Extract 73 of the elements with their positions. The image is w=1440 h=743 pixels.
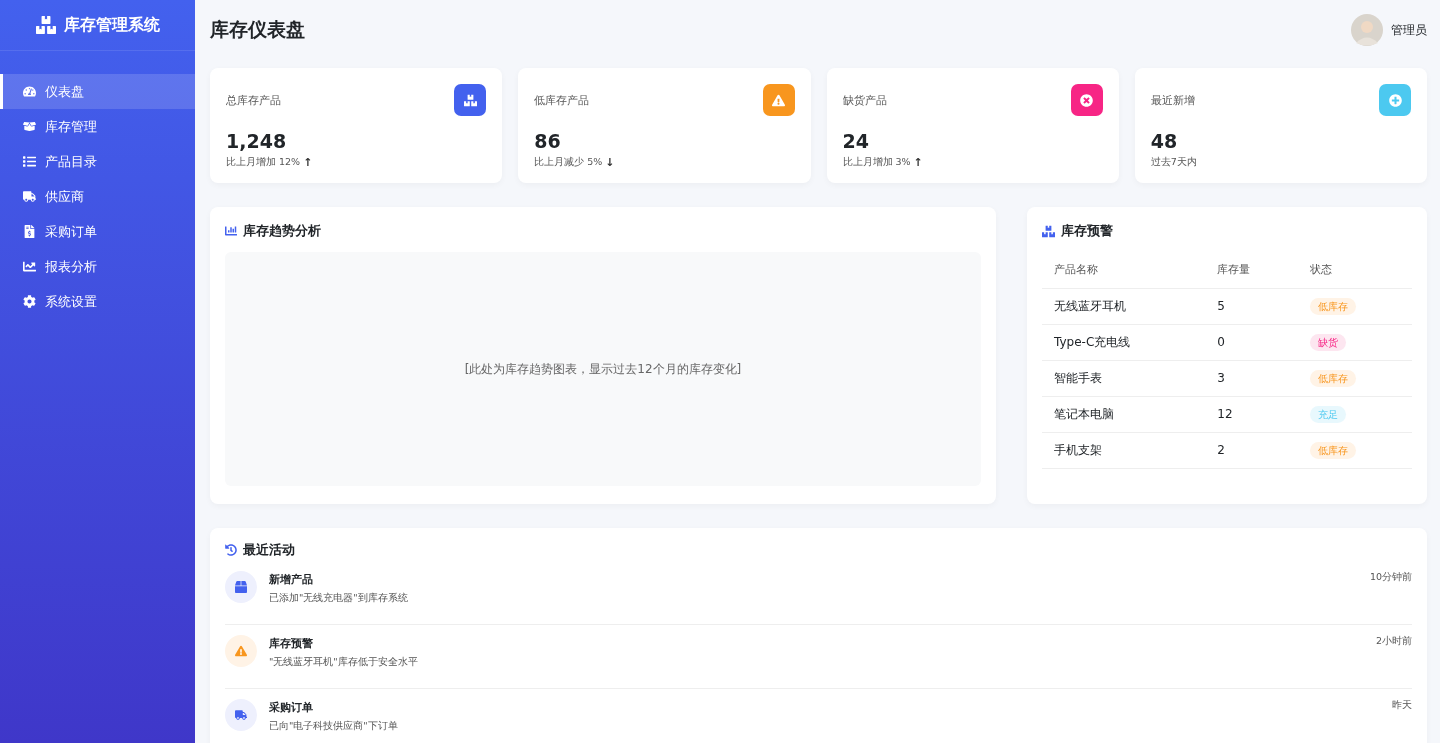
table-cell: 手机支架 xyxy=(1042,432,1206,468)
card-title: 最近活动 xyxy=(243,541,295,559)
trend-arrow: ↓ xyxy=(605,156,615,169)
activity-text: "无线蓝牙耳机"库存低于安全水平 xyxy=(269,656,419,669)
card-title: 库存预警 xyxy=(1061,222,1113,240)
table-cell: 0 xyxy=(1205,324,1299,360)
list-icon xyxy=(23,155,36,168)
stat-label: 缺货产品 xyxy=(842,92,887,108)
nav-item[interactable]: 库存管理 xyxy=(0,109,195,144)
activity-time: 2小时前 xyxy=(1375,635,1412,648)
nav-item[interactable]: 采购订单 xyxy=(0,214,195,249)
table-cell: 12 xyxy=(1205,396,1299,432)
stat-label: 最近新增 xyxy=(1150,92,1195,108)
box-icon xyxy=(23,120,36,133)
activity-title: 采购订单 xyxy=(269,700,314,715)
activity-title: 新增产品 xyxy=(269,572,314,587)
activity-time: 昨天 xyxy=(1392,699,1412,712)
column-header: 库存量 xyxy=(1205,252,1299,288)
boxes-icon xyxy=(463,93,477,107)
history-icon xyxy=(225,544,237,556)
table-cell: Type-C充电线 xyxy=(1042,324,1206,360)
stat-value: 1,248 xyxy=(226,130,288,152)
status-badge: 缺货 xyxy=(1310,333,1347,351)
invoice-icon xyxy=(23,225,36,238)
table-cell: 无线蓝牙耳机 xyxy=(1042,288,1206,324)
table-cell: 5 xyxy=(1205,288,1299,324)
line-chart-icon xyxy=(23,260,36,273)
stat-label: 低库存产品 xyxy=(534,92,590,108)
stat-note: 比上月减少 5% xyxy=(534,156,603,169)
nav-item[interactable]: 供应商 xyxy=(0,179,195,214)
boxes-icon xyxy=(35,15,56,35)
stat-note: 比上月增加 3% xyxy=(842,156,911,169)
settings-icon xyxy=(23,295,36,308)
warning-icon xyxy=(235,645,247,657)
activity-text: 已添加"无线充电器"到库存系统 xyxy=(269,592,409,605)
avatar[interactable] xyxy=(1351,14,1383,46)
trend-arrow: ↑ xyxy=(913,156,923,169)
boxes-icon xyxy=(1042,224,1055,238)
truck-icon xyxy=(23,190,36,203)
column-header: 产品名称 xyxy=(1042,252,1206,288)
activity-time: 10分钟前 xyxy=(1369,571,1412,584)
status-badge: 低库存 xyxy=(1310,369,1357,387)
status-badge: 充足 xyxy=(1310,405,1347,423)
stat-note: 过去7天内 xyxy=(1150,156,1197,169)
status-badge: 低库存 xyxy=(1310,297,1357,315)
placeholder-text: [此处为库存趋势图表，显示过去12个月的库存变化] xyxy=(464,360,742,378)
nav-item[interactable]: 系统设置 xyxy=(0,284,195,319)
page-title: 库存仪表盘 xyxy=(210,17,305,42)
bar-chart-icon xyxy=(225,225,237,237)
nav-item[interactable]: 产品目录 xyxy=(0,144,195,179)
stat-label: 总库存产品 xyxy=(226,92,281,108)
nav-item[interactable]: 仪表盘 xyxy=(0,74,195,109)
app-title: 库存管理系统 xyxy=(63,14,160,36)
card-title: 库存趋势分析 xyxy=(243,222,321,240)
nav-item[interactable]: 报表分析 xyxy=(0,249,195,284)
user-name: 管理员 xyxy=(1391,21,1427,39)
stat-value: 24 xyxy=(842,130,870,152)
stat-value: 48 xyxy=(1150,130,1179,152)
activity-text: 已向"电子科技供应商"下订单 xyxy=(269,720,399,733)
table-cell: 3 xyxy=(1205,360,1299,396)
gauge-icon xyxy=(23,85,36,98)
table-cell: 笔记本电脑 xyxy=(1042,396,1206,432)
table-cell: 智能手表 xyxy=(1042,360,1206,396)
stat-value: 86 xyxy=(534,130,562,152)
table-cell: 2 xyxy=(1205,432,1299,468)
column-header: 状态 xyxy=(1298,252,1412,288)
trend-arrow: ↑ xyxy=(303,156,313,169)
warning-icon xyxy=(772,93,785,107)
truck-icon xyxy=(235,709,247,721)
status-badge: 低库存 xyxy=(1310,441,1357,459)
box-icon xyxy=(235,581,247,593)
stat-note: 比上月增加 12% xyxy=(226,156,301,169)
activity-title: 库存预警 xyxy=(269,636,314,651)
